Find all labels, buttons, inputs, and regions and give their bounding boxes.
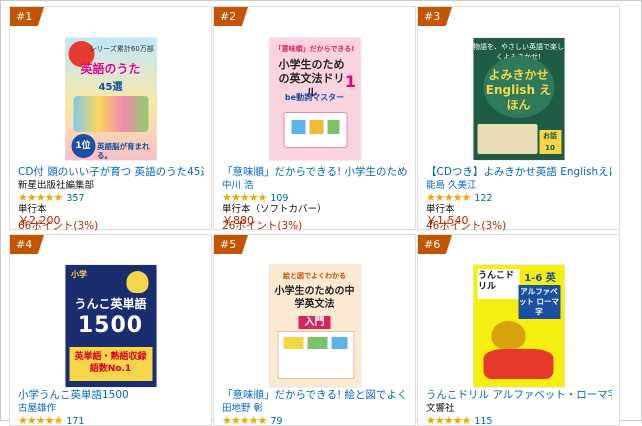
- product-title-link[interactable]: CD付 頭のいい子が育つ 英語のうた45選: [18, 166, 204, 179]
- rating-count[interactable]: 357: [66, 193, 84, 204]
- rating-row[interactable]: ★★★★★ 122: [426, 191, 492, 204]
- cover-volume: 1: [344, 72, 356, 91]
- rating-row[interactable]: ★★★★★ 357: [18, 191, 84, 204]
- cover-title: うんこドリル: [478, 271, 515, 292]
- product-title-link[interactable]: 小学うんこ英単語1500: [18, 389, 204, 402]
- rating-count[interactable]: 122: [474, 193, 492, 204]
- product-title-link[interactable]: 「意味順」だからできる! 絵と図でよくわか…: [222, 389, 408, 402]
- rating-row[interactable]: ★★★★★ 171: [18, 414, 84, 425]
- book-cover-6[interactable]: うんこドリル 1-6 英語 アルファベット ローマ字: [473, 265, 564, 387]
- rating-count[interactable]: 171: [66, 416, 84, 425]
- rating-count[interactable]: 115: [474, 416, 492, 425]
- product-card-3[interactable]: #3 物語を、やさしい英語で楽しくよみきかせ! よみきかせ English えほ…: [417, 6, 620, 230]
- cover-count: 45選: [98, 82, 123, 93]
- cover-catch: 英単語・熟語収録語数No.1: [74, 352, 147, 374]
- cover-tagline: シリーズ累計60万部: [89, 45, 154, 53]
- product-card-5[interactable]: #5 絵と図でよくわかる 小学生のための中学英文法 入門 「意味順」だからできる…: [213, 234, 416, 426]
- product-title-link[interactable]: 【CDつき】よみきかせ英語 Englishえほん: [426, 166, 612, 179]
- cover-subtitle: be動詞マスター: [284, 93, 345, 102]
- cover-rank-badge: 1位: [71, 134, 95, 158]
- product-title-link[interactable]: うんこドリル アルファベット・ローマ字 小…: [426, 389, 612, 402]
- cover-count: お話 10: [539, 130, 561, 154]
- cover-tagline: 「意味順」だからできる!: [274, 45, 355, 53]
- cover-tagline: 絵と図でよくわかる: [283, 272, 346, 280]
- cover-subtitle: 入門: [298, 316, 331, 329]
- cover-title: よみきかせ English えほん: [485, 68, 552, 112]
- product-card-1[interactable]: #1 シリーズ累計60万部 英語のうた 45選 1位 英語脳が育まれる。 CD付…: [9, 6, 212, 230]
- product-points-1: 66ポイント(3%): [18, 220, 99, 232]
- product-card-4[interactable]: #4 小学 うんこ英単語 1500 英単語・熟語収録語数No.1 小学うんこ英単…: [9, 234, 212, 426]
- product-points-3: 46ポイント(3%): [426, 220, 507, 232]
- product-card-2[interactable]: #2 「意味順」だからできる! 小学生のための英文法ドリル 1 be動詞マスター…: [213, 6, 416, 230]
- rating-row[interactable]: ★★★★★ 109: [222, 191, 288, 204]
- book-cover-1[interactable]: シリーズ累計60万部 英語のうた 45選 1位 英語脳が育まれる。: [65, 38, 156, 160]
- rating-count[interactable]: 79: [270, 416, 282, 425]
- cover-subtitle: アルファベット ローマ字: [518, 285, 560, 319]
- cover-title: 英語のうた: [80, 62, 141, 76]
- star-rating-icon[interactable]: ★★★★★: [222, 414, 267, 425]
- star-rating-icon[interactable]: ★★★★★: [222, 191, 267, 204]
- star-rating-icon[interactable]: ★★★★★: [426, 191, 471, 204]
- rank-badge: #3: [418, 7, 452, 26]
- star-rating-icon[interactable]: ★★★★★: [18, 191, 63, 204]
- rank-badge: #1: [10, 7, 44, 26]
- book-cover-3[interactable]: 物語を、やさしい英語で楽しくよみきかせ! よみきかせ English えほん お…: [473, 38, 564, 160]
- star-rating-icon[interactable]: ★★★★★: [18, 414, 63, 425]
- rank-badge: #5: [214, 235, 248, 254]
- rating-row[interactable]: ★★★★★ 115: [426, 414, 492, 425]
- product-title-link[interactable]: 「意味順」だからできる! 小学生のための英…: [222, 166, 408, 179]
- star-rating-icon[interactable]: ★★★★★: [426, 414, 471, 425]
- rating-count[interactable]: 109: [270, 193, 288, 204]
- bestseller-grid: #1 シリーズ累計60万部 英語のうた 45選 1位 英語脳が育まれる。 CD付…: [0, 0, 642, 426]
- rating-row[interactable]: ★★★★★ 79: [222, 414, 282, 425]
- book-cover-4[interactable]: 小学 うんこ英単語 1500 英単語・熟語収録語数No.1: [65, 265, 156, 387]
- cover-number: 1500: [77, 313, 144, 338]
- rank-badge: #4: [10, 235, 44, 254]
- cover-catch: 英語脳が育まれる。: [97, 142, 150, 160]
- cover-tagline: 小学: [71, 270, 87, 279]
- product-card-6[interactable]: #6 うんこドリル 1-6 英語 アルファベット ローマ字 うんこドリル アルフ…: [417, 234, 620, 426]
- product-points-2: 26ポイント(3%): [222, 220, 303, 232]
- rank-badge: #6: [418, 235, 452, 254]
- rank-badge: #2: [214, 7, 248, 26]
- cover-title: 小学生のための中学英文法: [274, 286, 355, 310]
- book-cover-5[interactable]: 絵と図でよくわかる 小学生のための中学英文法 入門: [269, 265, 360, 387]
- book-cover-2[interactable]: 「意味順」だからできる! 小学生のための英文法ドリル 1 be動詞マスター: [269, 38, 360, 160]
- cover-title: うんこ英単語: [74, 297, 147, 311]
